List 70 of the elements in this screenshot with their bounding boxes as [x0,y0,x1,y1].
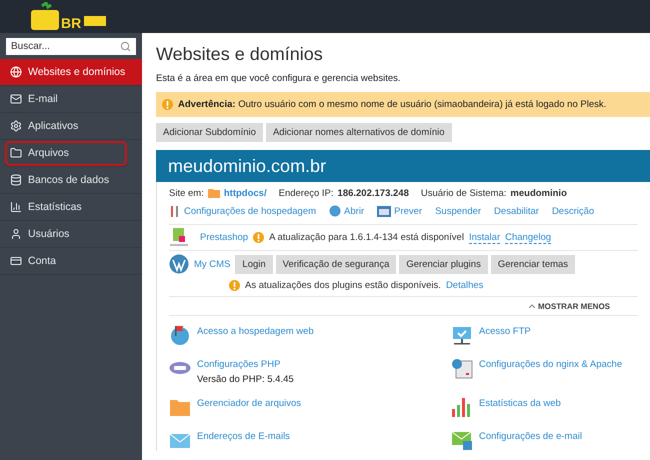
feature-link[interactable]: Acesso FTP [479,326,531,337]
search-icon [120,41,131,52]
search-field[interactable]: Buscar... [6,38,136,55]
update-link[interactable]: Instalar [468,232,500,244]
database-icon [10,174,22,186]
feature-link[interactable]: Configurações PHP [197,359,294,370]
shop-logo-icon [169,226,189,248]
caret-icon [529,304,535,308]
details-link[interactable]: Detalhes [446,280,484,290]
warning-text: Advertência: Outro usuário com o mesmo nome de usuário (simaobandeira) já está logado no Plesk. [178,99,606,110]
envelope-settings-icon [451,429,473,451]
folder-check-icon [451,324,473,346]
action-button[interactable]: Adicionar Subdomínio [156,123,263,142]
sidebar-item[interactable]: Estatísticas [0,194,142,221]
sidebar-item[interactable]: Aplicativos [0,113,142,140]
domain-link[interactable]: Abrir [329,205,364,217]
sidebar-item[interactable]: Websites e domínios [0,59,142,86]
warning-icon [162,99,173,110]
feature-link[interactable]: Estatísticas da web [479,398,561,409]
domain-header: meudominio.com.br [156,150,650,182]
prestashop-link[interactable]: Prestashop [200,232,248,243]
ip-label: Endereço IP: [278,188,334,198]
update-message: A atualização para 1.6.1.4-134 está disponível [269,232,464,243]
php-version: Versão do PHP: 5.4.45 [197,374,294,385]
sidebar-item[interactable]: Arquivos [4,140,128,167]
gear-icon [10,120,22,132]
site-path-link[interactable]: httpdocs/ [224,188,267,198]
sidebar-item[interactable]: E-mail [0,86,142,113]
cms-button[interactable]: Login [235,254,273,274]
folder-icon [10,147,22,159]
feature-link[interactable]: Configurações do nginx & Apache [479,359,622,370]
site-label: Site em: [169,188,204,198]
globe-flag-icon [169,324,191,346]
update-link[interactable]: Changelog [505,232,552,244]
card-icon [10,255,22,267]
bar-chart-icon [10,201,22,213]
domain-link[interactable]: Configurações de hospedagem [169,205,316,217]
wordpress-icon [169,254,189,274]
page-description: Esta é a área em que você configura e gerencia websites. [156,73,402,84]
page-title: Websites e domínios [156,44,324,65]
folder-icon [208,188,220,198]
cms-button[interactable]: Gerenciar temas [490,254,576,274]
user-value: meudominio [510,188,567,198]
domain-link[interactable]: Desabilitar [494,206,539,216]
feature-link[interactable]: Endereços de E-mails [197,431,290,442]
sidebar-item[interactable]: Usuários [0,221,142,248]
user-icon [10,228,22,240]
mail-icon [10,93,22,105]
sidebar-item[interactable]: Bancos de dados [0,167,142,194]
logo-drawing: BR [28,2,108,32]
feature-link[interactable]: Gerenciador de arquivos [197,398,302,409]
cms-link[interactable]: My CMS [194,258,230,270]
domain-link[interactable]: Suspender [435,206,482,216]
domain-link[interactable]: Prever [377,206,422,216]
feature-link[interactable]: Acesso a hospedagem web [197,326,314,337]
show-less-toggle[interactable]: MOSTRAR MENOS [529,302,610,310]
feature-link[interactable]: Configurações de e-mail [479,431,582,442]
domain-link[interactable]: Descrição [552,206,594,216]
server-settings-icon [451,357,473,379]
warning-icon [253,232,264,243]
ip-value: 186.202.173.248 [338,188,409,198]
action-button[interactable]: Adicionar nomes alternativos de domínio [266,123,452,142]
warning-icon [229,280,240,290]
user-label: Usuário de Sistema: [420,188,506,198]
preview-icon [377,206,392,216]
bar-chart-icon [451,396,473,418]
cms-button[interactable]: Verificação de segurança [276,254,396,274]
cms-button[interactable]: Gerenciar plugins [399,254,488,274]
plugin-update-message: As atualizações dos plugins estão disponíveis. [245,280,441,290]
sidebar-item[interactable]: Conta [0,248,142,275]
